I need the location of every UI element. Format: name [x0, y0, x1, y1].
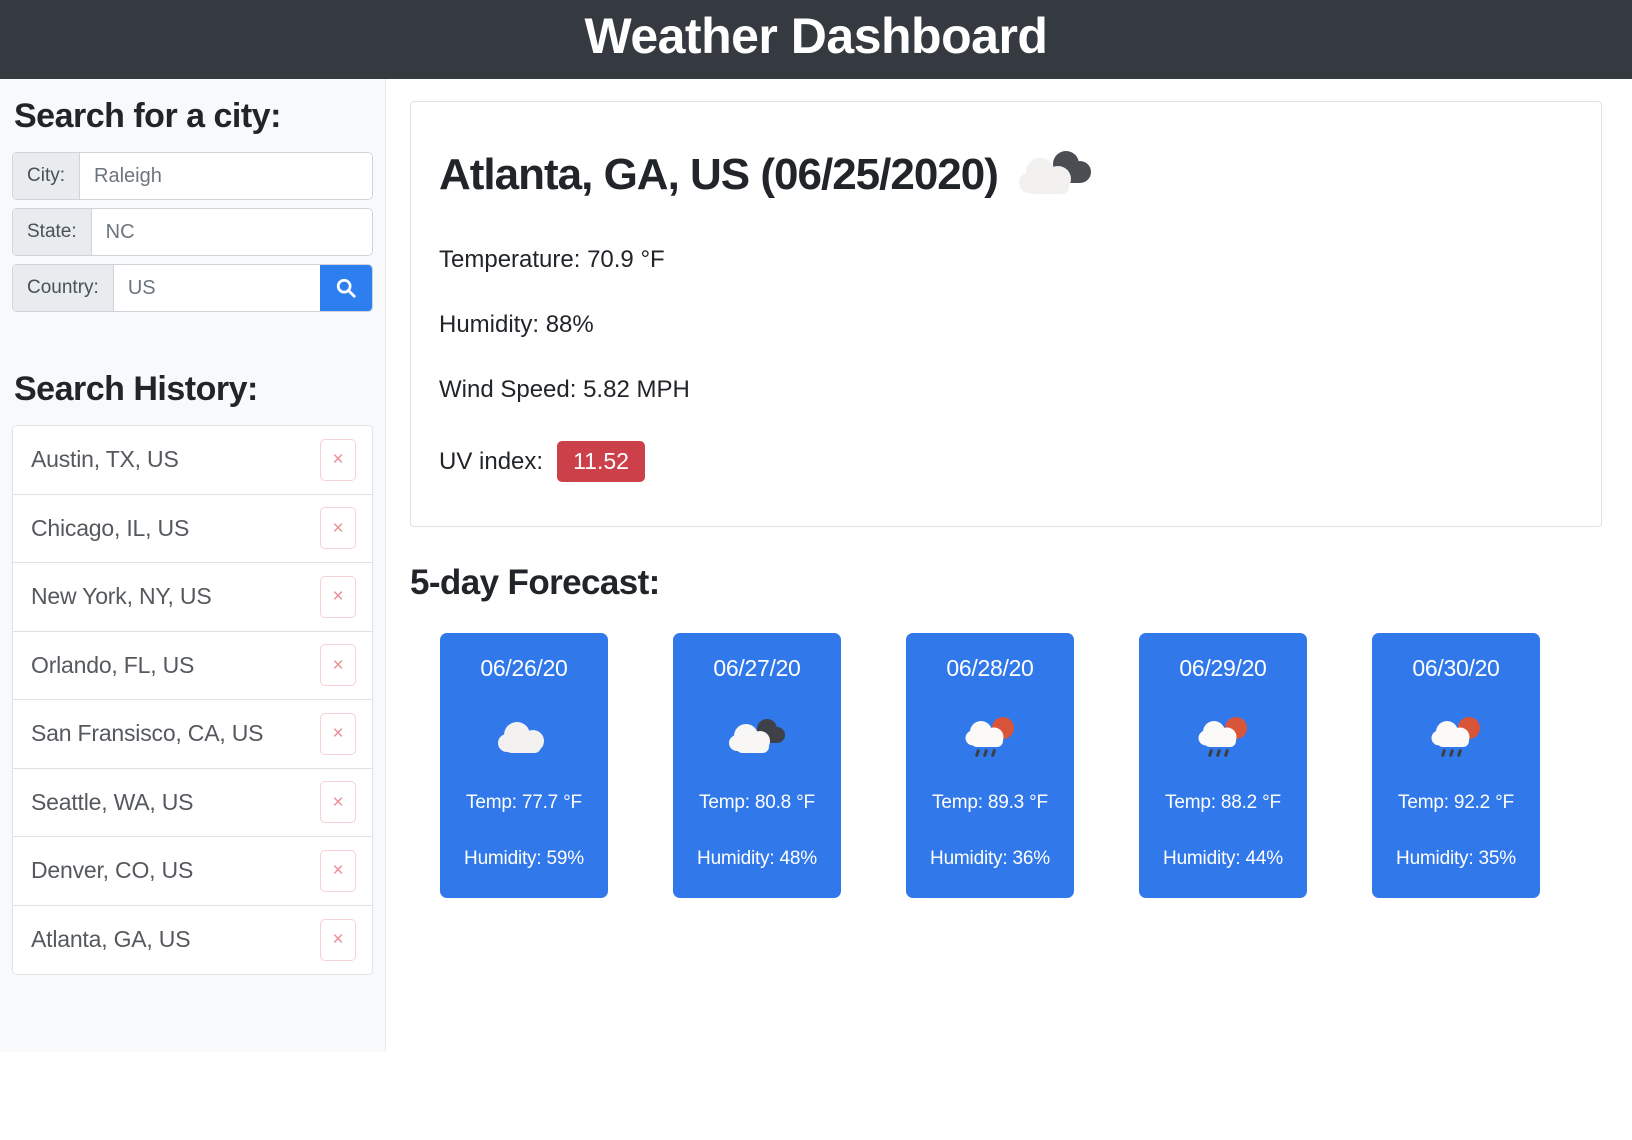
sun-rain-cloud-icon: [961, 702, 1019, 774]
broken-clouds-icon: [1016, 146, 1098, 204]
list-item[interactable]: San Fransisco, CA, US ×: [13, 700, 372, 769]
list-item[interactable]: Atlanta, GA, US ×: [13, 905, 372, 974]
search-history-section: Search History: Austin, TX, US × Chicago…: [12, 370, 373, 975]
current-weather-card: Atlanta, GA, US (06/25/2020) Temperature…: [410, 101, 1602, 527]
forecast-date: 06/30/20: [1412, 655, 1500, 681]
app-header: Weather Dashboard: [0, 0, 1632, 79]
search-history-list: Austin, TX, US × Chicago, IL, US × New Y…: [12, 425, 373, 975]
current-title-row: Atlanta, GA, US (06/25/2020): [439, 146, 1601, 204]
forecast-card[interactable]: 06/28/20 Temp: 89.3 °F Humidity: 36%: [906, 633, 1074, 898]
delete-history-icon[interactable]: ×: [320, 849, 356, 892]
forecast-temp: Temp: 77.7 °F: [466, 792, 582, 813]
history-city-label: Austin, TX, US: [31, 446, 179, 473]
forecast-card[interactable]: 06/29/20 Temp: 88.2 °F Humidity: 44%: [1139, 633, 1307, 898]
current-temperature: Temperature: 70.9 °F: [439, 246, 665, 273]
forecast-temp: Temp: 88.2 °F: [1165, 792, 1281, 813]
broken-clouds-icon: [725, 702, 789, 774]
history-city-label: San Fransisco, CA, US: [31, 720, 264, 747]
state-input-group: State:: [12, 208, 373, 256]
forecast-date: 06/26/20: [480, 655, 568, 681]
search-icon: [335, 277, 357, 299]
forecast-humidity: Humidity: 59%: [464, 848, 584, 869]
forecast-humidity: Humidity: 44%: [1163, 848, 1283, 869]
search-heading: Search for a city:: [14, 97, 281, 135]
list-item[interactable]: Orlando, FL, US ×: [13, 631, 372, 700]
forecast-humidity: Humidity: 35%: [1396, 848, 1516, 869]
history-city-label: Denver, CO, US: [31, 857, 194, 884]
history-heading: Search History:: [14, 370, 258, 408]
sidebar: Search for a city: City: State: Country:: [0, 79, 386, 1052]
state-input[interactable]: [91, 209, 372, 255]
forecast-humidity: Humidity: 48%: [697, 848, 817, 869]
country-input[interactable]: [113, 265, 320, 311]
history-city-label: Seattle, WA, US: [31, 788, 194, 815]
search-button[interactable]: [320, 265, 372, 311]
forecast-temp: Temp: 92.2 °F: [1398, 792, 1514, 813]
forecast-temp: Temp: 80.8 °F: [699, 792, 815, 813]
forecast-temp: Temp: 89.3 °F: [932, 792, 1048, 813]
forecast-date: 06/28/20: [946, 655, 1034, 681]
app-body: Search for a city: City: State: Country:: [0, 79, 1632, 1140]
delete-history-icon[interactable]: ×: [320, 781, 356, 824]
list-item[interactable]: Austin, TX, US ×: [13, 426, 372, 495]
list-item[interactable]: Chicago, IL, US ×: [13, 494, 372, 563]
delete-history-icon[interactable]: ×: [320, 575, 356, 618]
city-input[interactable]: [80, 153, 372, 199]
city-input-group: City:: [12, 152, 373, 200]
uv-index-label: UV index:: [439, 447, 544, 475]
sun-rain-cloud-icon: [1194, 702, 1252, 774]
forecast-card[interactable]: 06/26/20 Temp: 77.7 °F Humidity: 59%: [440, 633, 608, 898]
cloud-icon: [493, 702, 555, 774]
list-item[interactable]: Seattle, WA, US ×: [13, 768, 372, 837]
forecast-row: 06/26/20 Temp: 77.7 °F Humidity: 59% 06/…: [410, 633, 1602, 898]
forecast-card[interactable]: 06/27/20 Temp: 80.8 °F Humidity: 48%: [673, 633, 841, 898]
history-city-label: Chicago, IL, US: [31, 514, 190, 541]
weather-dashboard-app: Weather Dashboard Search for a city: Cit…: [0, 0, 1632, 1140]
sun-rain-cloud-icon: [1427, 702, 1485, 774]
state-label: State:: [13, 209, 92, 255]
page-title: Weather Dashboard: [584, 7, 1048, 64]
uv-index-badge: 11.52: [557, 441, 645, 482]
country-input-group: Country:: [12, 264, 373, 312]
forecast-date: 06/27/20: [713, 655, 801, 681]
uv-index-row: UV index: 11.52: [439, 441, 1601, 482]
forecast-card[interactable]: 06/30/20 Temp: 92.2 °F Humidity: 35%: [1372, 633, 1540, 898]
delete-history-icon[interactable]: ×: [320, 918, 356, 961]
delete-history-icon[interactable]: ×: [320, 712, 356, 755]
main-content: Atlanta, GA, US (06/25/2020) Temperature…: [386, 79, 1632, 898]
current-city-title: Atlanta, GA, US (06/25/2020): [439, 150, 999, 199]
current-wind-speed: Wind Speed: 5.82 MPH: [439, 376, 690, 403]
forecast-heading: 5-day Forecast:: [410, 563, 660, 602]
city-label: City:: [13, 153, 80, 199]
history-city-label: Atlanta, GA, US: [31, 926, 191, 953]
forecast-date: 06/29/20: [1179, 655, 1267, 681]
list-item[interactable]: Denver, CO, US ×: [13, 837, 372, 906]
forecast-humidity: Humidity: 36%: [930, 848, 1050, 869]
delete-history-icon[interactable]: ×: [320, 644, 356, 687]
history-city-label: New York, NY, US: [31, 583, 212, 610]
current-humidity: Humidity: 88%: [439, 311, 594, 338]
delete-history-icon[interactable]: ×: [320, 507, 356, 550]
history-city-label: Orlando, FL, US: [31, 651, 195, 678]
delete-history-icon[interactable]: ×: [320, 438, 356, 481]
list-item[interactable]: New York, NY, US ×: [13, 563, 372, 632]
country-label: Country:: [13, 265, 114, 311]
